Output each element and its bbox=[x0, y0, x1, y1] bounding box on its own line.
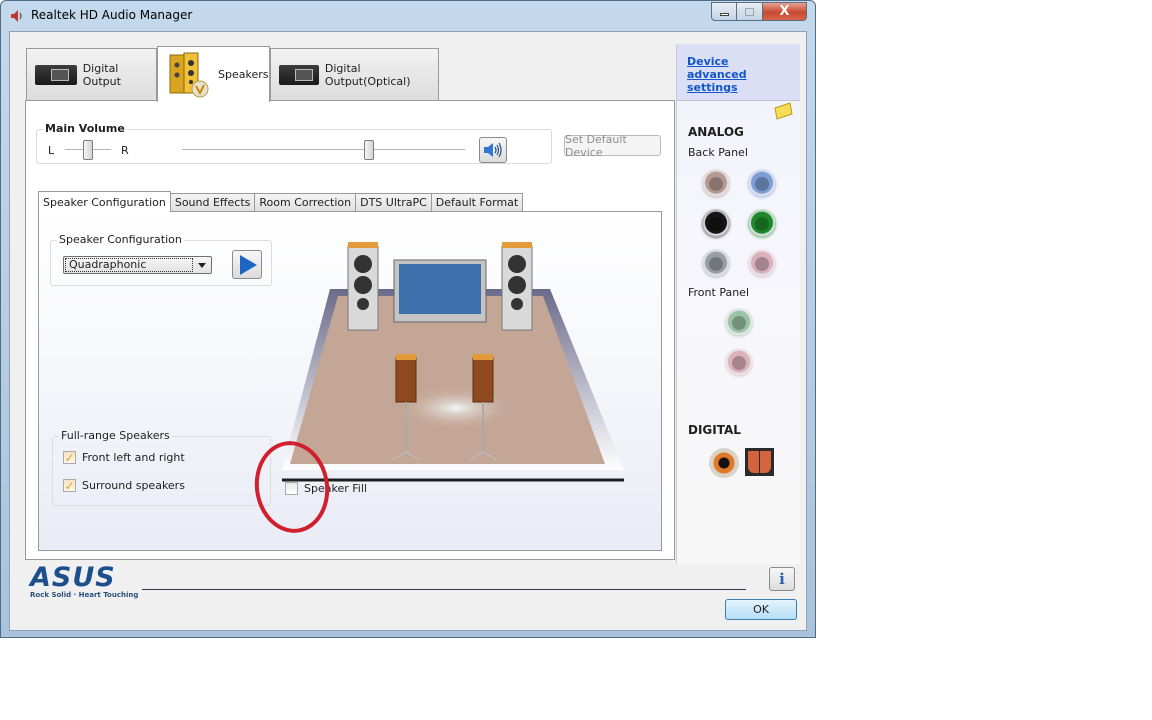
tab-default-format[interactable]: Default Format bbox=[431, 193, 524, 212]
play-test-button[interactable] bbox=[232, 250, 262, 279]
folder-icon[interactable] bbox=[773, 102, 793, 120]
tab-speaker-configuration[interactable]: Speaker Configuration bbox=[38, 191, 171, 212]
back-panel-label: Back Panel bbox=[688, 146, 748, 159]
speaker-app-icon bbox=[11, 10, 22, 22]
receiver-icon bbox=[279, 65, 319, 85]
set-default-device-button[interactable]: Set Default Device bbox=[564, 133, 661, 159]
jack-brown[interactable] bbox=[703, 171, 729, 197]
digital-heading: DIGITAL bbox=[688, 423, 741, 437]
speaker-configuration-group: Speaker Configuration Quadraphonic bbox=[50, 233, 272, 286]
jack-pink-light[interactable] bbox=[726, 350, 752, 376]
tab-label: Digital Output bbox=[82, 62, 121, 88]
minimize-button[interactable] bbox=[711, 2, 737, 21]
close-icon: X bbox=[779, 4, 790, 19]
surround-speakers-checkbox[interactable]: ✓ Surround speakers bbox=[63, 478, 185, 493]
checkbox-label: Front left and right bbox=[82, 451, 185, 464]
speakers-icon bbox=[169, 52, 209, 97]
speaker-configuration-select[interactable]: Quadraphonic bbox=[63, 256, 212, 274]
device-advanced-settings-link[interactable]: Device advanced settings bbox=[687, 55, 787, 94]
tab-label: Digital Output(Optical) bbox=[324, 62, 411, 88]
play-icon bbox=[240, 254, 257, 275]
tv-screen bbox=[393, 259, 487, 323]
advanced-settings-area: Device advanced settings bbox=[677, 44, 800, 101]
app-window: Realtek HD Audio Manager X Digital Outpu… bbox=[0, 0, 816, 638]
jack-gray[interactable] bbox=[703, 251, 729, 277]
checkbox-label: Surround speakers bbox=[82, 479, 185, 492]
info-button[interactable]: i bbox=[769, 567, 795, 591]
chevron-down-icon bbox=[198, 263, 206, 268]
volume-slider-track[interactable] bbox=[182, 149, 465, 151]
speaker-fill-checkbox[interactable]: Speaker Fill bbox=[285, 482, 367, 495]
main-volume-group: Main Volume L R bbox=[36, 122, 552, 164]
jack-green[interactable] bbox=[749, 211, 775, 237]
balance-slider-thumb[interactable] bbox=[83, 140, 93, 160]
window-title: Realtek HD Audio Manager bbox=[31, 8, 193, 22]
optical-spdif-jack[interactable] bbox=[745, 448, 774, 476]
coaxial-spdif-jack[interactable] bbox=[709, 448, 739, 478]
ok-button[interactable]: OK bbox=[725, 599, 797, 620]
connector-panel: Device advanced settings ANALOG Back Pan… bbox=[676, 44, 800, 564]
checkmark-icon: ✓ bbox=[63, 478, 76, 493]
jack-pink[interactable] bbox=[749, 251, 775, 277]
speaker-configuration-label: Speaker Configuration bbox=[57, 233, 184, 246]
speakers-panel: Main Volume L R Set Default Device Speak… bbox=[25, 100, 675, 560]
front-left-speaker bbox=[347, 242, 379, 331]
tab-speakers[interactable]: Speakers bbox=[157, 46, 270, 102]
maximize-icon bbox=[745, 7, 754, 16]
jack-black[interactable] bbox=[703, 211, 729, 237]
speaker-room-illustration bbox=[282, 242, 624, 482]
tab-label: Speakers bbox=[218, 68, 269, 81]
front-right-speaker bbox=[501, 242, 533, 331]
maximize-button[interactable] bbox=[737, 2, 763, 21]
selected-configuration: Quadraphonic bbox=[65, 258, 193, 272]
receiver-icon bbox=[35, 65, 77, 85]
analog-heading: ANALOG bbox=[688, 125, 744, 139]
speaker-configuration-panel: Speaker Configuration Quadraphonic Full-… bbox=[38, 211, 662, 551]
main-volume-label: Main Volume bbox=[43, 122, 127, 135]
client-area: Digital Output Speakers Digital Output(O… bbox=[9, 31, 807, 631]
full-range-label: Full-range Speakers bbox=[59, 429, 172, 442]
footer-divider bbox=[142, 589, 746, 590]
jack-green-light[interactable] bbox=[726, 310, 752, 336]
jack-blue[interactable] bbox=[749, 171, 775, 197]
checkbox-empty-icon bbox=[285, 482, 298, 495]
volume-slider-thumb[interactable] bbox=[363, 140, 374, 160]
tab-digital-output-optical[interactable]: Digital Output(Optical) bbox=[270, 48, 439, 101]
front-left-right-checkbox[interactable]: ✓ Front left and right bbox=[63, 450, 185, 465]
minimize-icon bbox=[719, 12, 729, 16]
front-panel-label: Front Panel bbox=[688, 286, 749, 299]
mute-button[interactable] bbox=[479, 137, 507, 163]
tab-room-correction[interactable]: Room Correction bbox=[255, 193, 357, 212]
full-range-speakers-group: Full-range Speakers ✓ Front left and rig… bbox=[52, 429, 271, 506]
tab-sound-effects[interactable]: Sound Effects bbox=[170, 193, 256, 212]
speaker-volume-icon bbox=[484, 142, 502, 158]
title-bar[interactable]: Realtek HD Audio Manager X bbox=[1, 1, 815, 31]
brand-name: ASUS bbox=[30, 562, 116, 593]
asus-logo: ASUS Rock Solid · Heart Touching bbox=[30, 562, 139, 599]
balance-right-label: R bbox=[121, 144, 129, 157]
sub-tab-bar: Speaker Configuration Sound Effects Room… bbox=[38, 191, 524, 212]
checkmark-icon: ✓ bbox=[63, 450, 76, 465]
info-icon: i bbox=[779, 570, 785, 588]
tab-dts-ultrapc[interactable]: DTS UltraPC bbox=[356, 193, 432, 212]
checkbox-label: Speaker Fill bbox=[304, 482, 367, 495]
brand-tagline: Rock Solid · Heart Touching bbox=[30, 591, 139, 599]
tab-digital-output[interactable]: Digital Output bbox=[26, 48, 157, 101]
close-button[interactable]: X bbox=[763, 2, 807, 21]
balance-left-label: L bbox=[48, 144, 55, 157]
